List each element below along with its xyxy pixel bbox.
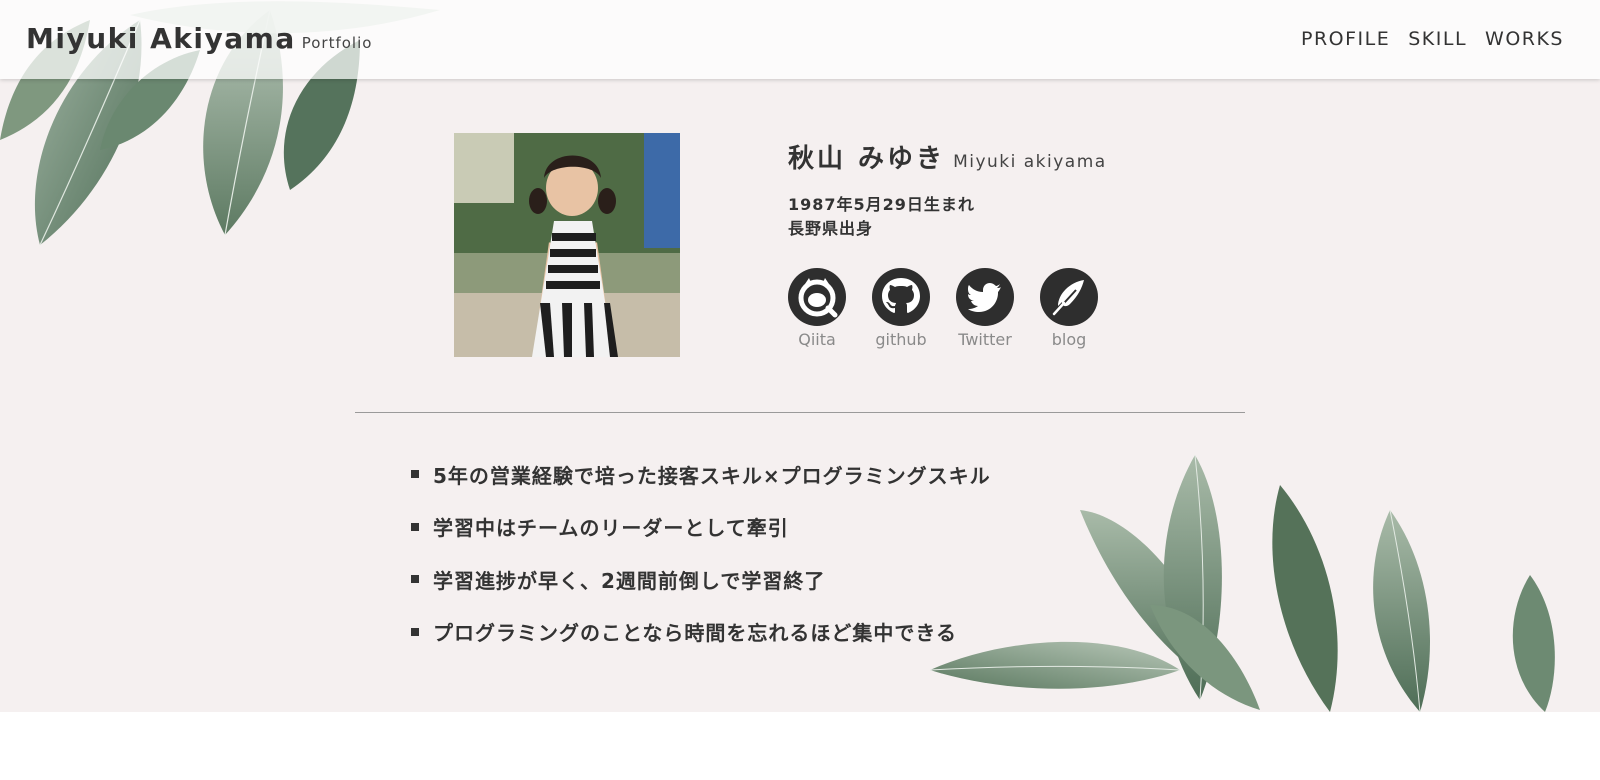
site-logo[interactable]: Miyuki Akiyama Portfolio (26, 22, 372, 55)
social-label-github: github (875, 330, 927, 349)
site-header: Miyuki Akiyama Portfolio PROFILE SKILL WO… (0, 0, 1600, 79)
highlight-text: 5年の営業経験で培った接客スキル×プログラミングスキル (433, 463, 991, 488)
highlight-text: プログラミングのことなら時間を忘れるほど集中できる (433, 621, 957, 646)
main-nav: PROFILE SKILL WORKS (1301, 28, 1564, 50)
profile-photo (454, 133, 680, 357)
nav-link-profile[interactable]: PROFILE (1301, 28, 1390, 50)
social-links: Qiita github Twitter blog (788, 268, 1124, 349)
nav-link-works[interactable]: WORKS (1485, 28, 1564, 50)
bullet-square-icon (411, 522, 419, 531)
list-item: プログラミングのことなら時間を忘れるほど集中できる (411, 606, 991, 659)
highlight-text: 学習進捗が早く、2週間前倒しで学習終了 (433, 568, 826, 593)
highlight-text: 学習中はチームのリーダーとして牽引 (433, 516, 789, 541)
feather-icon (1040, 268, 1098, 326)
profile-name: 秋山 みゆき Miyuki akiyama (788, 138, 1107, 175)
list-item: 5年の営業経験で培った接客スキル×プログラミングスキル (411, 448, 991, 501)
social-label-qiita: Qiita (798, 330, 836, 349)
logo-subtitle: Portfolio (301, 34, 373, 52)
bullet-square-icon (411, 575, 419, 584)
bullet-square-icon (411, 627, 419, 636)
social-label-twitter: Twitter (958, 330, 1012, 349)
birthplace: 長野県出身 (788, 219, 874, 238)
github-icon (872, 268, 930, 326)
name-english: Miyuki akiyama (953, 152, 1107, 172)
leaves-decoration-bottom (930, 455, 1555, 712)
birth-date: 1987年5月29日生まれ (788, 195, 975, 214)
highlights-list: 5年の営業経験で培った接客スキル×プログラミングスキル 学習中はチームのリーダー… (411, 448, 991, 658)
social-link-github[interactable]: github (872, 268, 956, 349)
list-item: 学習進捗が早く、2週間前倒しで学習終了 (411, 553, 991, 606)
list-item: 学習中はチームのリーダーとして牽引 (411, 501, 991, 554)
social-link-twitter[interactable]: Twitter (956, 268, 1040, 349)
nav-link-skill[interactable]: SKILL (1408, 28, 1467, 50)
social-link-qiita[interactable]: Qiita (788, 268, 872, 349)
qiita-icon (788, 268, 846, 326)
twitter-icon (956, 268, 1014, 326)
section-divider (355, 412, 1245, 413)
logo-name: Miyuki Akiyama (26, 22, 296, 55)
social-label-blog: blog (1051, 330, 1087, 349)
page-background: 秋山 みゆき Miyuki akiyama 1987年5月29日生まれ 長野県出身… (0, 0, 1600, 712)
name-japanese: 秋山 みゆき (788, 144, 946, 174)
profile-info: 秋山 みゆき Miyuki akiyama 1987年5月29日生まれ 長野県出身 (788, 138, 1107, 241)
social-link-blog[interactable]: blog (1040, 268, 1124, 349)
bullet-square-icon (411, 470, 419, 479)
